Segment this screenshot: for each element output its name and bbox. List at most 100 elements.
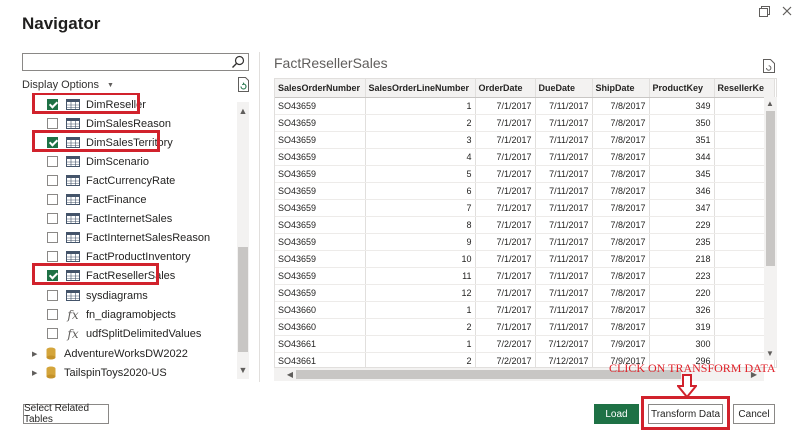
highlight-box (32, 130, 160, 152)
tree-scrollbar[interactable] (237, 102, 249, 379)
table-row[interactable]: SO43659 3 7/1/2017 7/11/2017 7/8/2017 351 (275, 131, 775, 149)
grid-vertical-scrollbar-thumb[interactable] (766, 111, 775, 266)
tree-scrollbar-thumb[interactable] (238, 247, 248, 352)
cancel-button[interactable]: Cancel (733, 404, 775, 424)
scroll-down-icon[interactable]: ▼ (237, 365, 249, 375)
table-cell: 7/1/2017 (475, 267, 536, 285)
checkbox[interactable] (47, 194, 58, 205)
table-row[interactable]: SO43660 2 7/1/2017 7/11/2017 7/8/2017 319 (275, 318, 775, 336)
scroll-up-icon[interactable]: ▲ (237, 106, 249, 116)
column-header[interactable]: ProductKey (649, 79, 715, 98)
table-icon (66, 290, 80, 301)
table-cell: SO43659 (275, 216, 366, 234)
pane-divider (259, 52, 260, 382)
table-cell: SO43659 (275, 267, 366, 285)
checkbox[interactable] (47, 118, 58, 129)
checkbox[interactable] (47, 213, 58, 224)
table-cell: 7/8/2017 (592, 114, 650, 132)
column-header[interactable]: SalesOrderLineNumber (365, 79, 476, 98)
table-cell: 7/11/2017 (535, 301, 593, 319)
select-related-tables-button[interactable]: Select Related Tables (23, 403, 109, 425)
table-cell: 235 (649, 233, 715, 251)
column-header[interactable]: ResellerKe (714, 79, 775, 98)
tree-item[interactable]: fx udfSplitDelimitedValues (47, 324, 250, 343)
grid-vertical-scrollbar[interactable] (764, 97, 777, 360)
table-cell: 223 (649, 267, 715, 285)
tree-item[interactable]: FactInternetSalesReason (47, 228, 250, 247)
table-row[interactable]: SO43659 1 7/1/2017 7/11/2017 7/8/2017 349 (275, 97, 775, 115)
table-cell: SO43660 (275, 318, 366, 336)
checkbox[interactable] (47, 175, 58, 186)
table-row[interactable]: SO43659 11 7/1/2017 7/11/2017 7/8/2017 223 (275, 267, 775, 285)
table-cell: 7/12/2017 (535, 335, 593, 353)
table-cell: 7/11/2017 (535, 97, 593, 115)
tree-item[interactable]: FactCurrencyRate (47, 171, 250, 190)
search-input[interactable] (22, 53, 249, 71)
chevron-right-icon[interactable]: ▶ (32, 369, 40, 377)
table-cell: 345 (649, 165, 715, 183)
export-icon[interactable] (763, 59, 775, 73)
table-cell: 7/9/2017 (592, 335, 650, 353)
table-cell: 7/8/2017 (592, 318, 650, 336)
column-header[interactable]: DueDate (535, 79, 593, 98)
table-cell: 7/8/2017 (592, 250, 650, 268)
table-row[interactable]: SO43659 10 7/1/2017 7/11/2017 7/8/2017 218 (275, 250, 775, 268)
tree-item[interactable]: DimScenario (47, 152, 250, 171)
tree-item-label: TailspinToys2020-US (64, 366, 167, 379)
refresh-icon[interactable] (237, 77, 250, 92)
table-cell: 349 (649, 97, 715, 115)
table-row[interactable]: SO43659 12 7/1/2017 7/11/2017 7/8/2017 220 (275, 284, 775, 302)
tree-item-label: AdventureWorksDW2022 (64, 347, 188, 360)
grid-scroll-down-icon[interactable]: ▼ (764, 349, 776, 358)
table-row[interactable]: SO43659 9 7/1/2017 7/11/2017 7/8/2017 235 (275, 233, 775, 251)
column-header[interactable]: ShipDate (592, 79, 650, 98)
chevron-right-icon[interactable]: ▶ (32, 350, 40, 358)
tree-item[interactable]: FactFinance (47, 190, 250, 209)
tree-item-label: FactInternetSalesReason (86, 231, 211, 244)
transform-data-button[interactable]: Transform Data (648, 404, 723, 424)
table-row[interactable]: SO43661 1 7/2/2017 7/12/2017 7/9/2017 300 (275, 335, 775, 353)
table-cell: 7/11/2017 (535, 114, 593, 132)
tree-item-label: FactFinance (86, 193, 147, 206)
table-row[interactable]: SO43659 6 7/1/2017 7/11/2017 7/8/2017 346 (275, 182, 775, 200)
table-cell: 7/1/2017 (475, 165, 536, 183)
table-row[interactable]: SO43659 2 7/1/2017 7/11/2017 7/8/2017 350 (275, 114, 775, 132)
grid-scroll-up-icon[interactable]: ▲ (764, 99, 776, 108)
table-row[interactable]: SO43659 4 7/1/2017 7/11/2017 7/8/2017 344 (275, 148, 775, 166)
table-cell: SO43659 (275, 148, 366, 166)
column-header[interactable]: OrderDate (475, 79, 536, 98)
checkbox[interactable] (47, 328, 58, 339)
display-options-dropdown[interactable]: Display Options ▼ (22, 79, 114, 91)
checkbox[interactable] (47, 290, 58, 301)
table-cell: 7 (365, 199, 476, 217)
tree-item[interactable]: fx fn_diagramobjects (47, 305, 250, 324)
table-cell: 218 (649, 250, 715, 268)
table-icon (66, 194, 80, 205)
search-icon[interactable] (231, 55, 245, 69)
table-cell: 7/8/2017 (592, 148, 650, 166)
table-cell: SO43659 (275, 284, 366, 302)
display-options-label: Display Options (22, 79, 100, 91)
load-button[interactable]: Load (594, 404, 639, 424)
table-cell: 7/12/2017 (535, 352, 593, 367)
tree-item[interactable]: sysdiagrams (47, 286, 250, 305)
preview-grid[interactable]: SalesOrderNumber SalesOrderLineNumber Orde… (274, 78, 777, 368)
table-row[interactable]: SO43660 1 7/1/2017 7/11/2017 7/8/2017 326 (275, 301, 775, 319)
tree-item[interactable]: FactInternetSales (47, 209, 250, 228)
table-cell: 7/1/2017 (475, 318, 536, 336)
checkbox[interactable] (47, 156, 58, 167)
column-header[interactable]: SalesOrderNumber (275, 79, 366, 98)
table-row[interactable]: SO43659 5 7/1/2017 7/11/2017 7/8/2017 345 (275, 165, 775, 183)
grid-scroll-left-icon[interactable]: ◀ (284, 370, 296, 379)
tree-item[interactable]: ▶ AdventureWorksDW2022 (32, 344, 247, 363)
tree-item[interactable]: ▶ TailspinToys2020-US (32, 363, 247, 382)
restore-window-icon[interactable] (757, 4, 771, 18)
tree-item-label: DimScenario (86, 155, 149, 168)
checkbox[interactable] (47, 251, 58, 262)
table-cell: 7/11/2017 (535, 318, 593, 336)
checkbox[interactable] (47, 232, 58, 243)
table-row[interactable]: SO43659 7 7/1/2017 7/11/2017 7/8/2017 347 (275, 199, 775, 217)
table-row[interactable]: SO43659 8 7/1/2017 7/11/2017 7/8/2017 229 (275, 216, 775, 234)
close-icon[interactable] (780, 4, 794, 18)
checkbox[interactable] (47, 309, 58, 320)
